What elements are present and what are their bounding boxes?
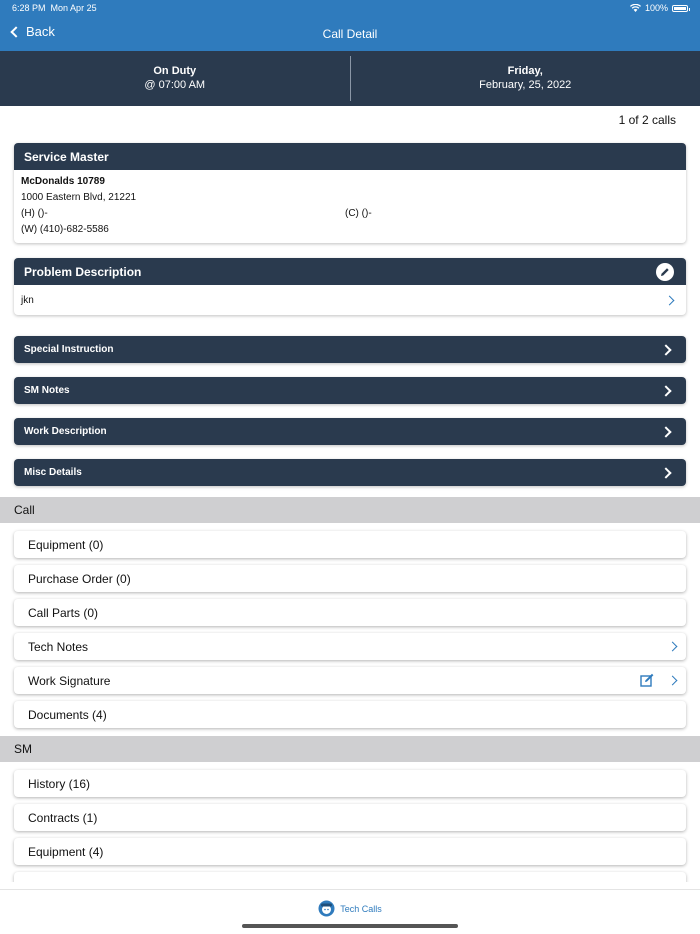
duty-date: Friday, February, 25, 2022 <box>351 51 700 106</box>
navigation-bar: 6:28 PM Mon Apr 25 100% Back Call Detail <box>0 0 700 51</box>
contracts-row[interactable]: Contracts (1) <box>14 804 686 831</box>
sm-notes-header: SM Notes <box>14 377 686 404</box>
chevron-right-icon <box>660 466 672 479</box>
signature-edit-icon[interactable] <box>640 673 655 688</box>
status-time: 6:28 PM Mon Apr 25 <box>12 3 97 13</box>
purchase-order-row[interactable]: Purchase Order (0) <box>14 565 686 592</box>
special-instruction-header: Special Instruction <box>14 336 686 363</box>
customer-name: McDonalds 10789 <box>21 176 105 187</box>
home-indicator <box>242 924 458 928</box>
row-label: Tech Notes <box>28 639 89 654</box>
problem-description-title: Problem Description <box>24 264 142 279</box>
row-label: History (16) <box>28 776 91 791</box>
chevron-right-icon <box>664 295 675 305</box>
work-phone[interactable]: (W) (410)-682-5586 <box>21 224 109 235</box>
problem-description-header: Problem Description <box>14 258 686 285</box>
edit-problem-button[interactable] <box>656 262 674 281</box>
status-clock: 6:28 PM <box>12 3 46 13</box>
tab-label: Tech Calls <box>340 903 382 914</box>
service-master-card: Service Master McDonalds 10789 1000 East… <box>14 143 686 243</box>
status-date: Mon Apr 25 <box>50 3 97 13</box>
chevron-right-icon <box>667 675 678 686</box>
call-parts-row[interactable]: Call Parts (0) <box>14 599 686 626</box>
row-label: Equipment (4) <box>28 844 104 859</box>
problem-description-text: jkn <box>21 294 34 306</box>
row-label: Documents (4) <box>28 707 107 722</box>
call-equipment-row[interactable]: Equipment (0) <box>14 531 686 558</box>
sm-notes-section[interactable]: SM Notes <box>14 377 686 404</box>
row-label: Work Signature <box>28 673 111 688</box>
chevron-right-icon <box>660 425 672 438</box>
sm-equipment-row[interactable]: Equipment (4) <box>14 838 686 865</box>
wifi-icon <box>629 4 641 12</box>
technician-icon <box>318 900 335 917</box>
problem-description-row[interactable]: jkn <box>14 285 686 315</box>
tech-notes-row[interactable]: Tech Notes <box>14 633 686 660</box>
work-description-label: Work Description <box>24 426 107 437</box>
history-row[interactable]: History (16) <box>14 770 686 797</box>
misc-details-label: Misc Details <box>24 467 82 478</box>
duty-date-value: February, 25, 2022 <box>479 79 572 91</box>
customer-address: 1000 Eastern Blvd, 21221 <box>21 192 137 203</box>
duty-time: @ 07:00 AM <box>144 79 206 91</box>
problem-description-card: Problem Description jkn <box>14 258 686 315</box>
row-label: Contracts (1) <box>28 810 98 825</box>
row-label: Call Parts (0) <box>28 605 99 620</box>
pencil-icon <box>661 267 669 276</box>
service-master-body: McDonalds 10789 1000 Eastern Blvd, 21221… <box>14 170 686 243</box>
row-label: Purchase Order (0) <box>28 571 131 586</box>
duty-header: On Duty @ 07:00 AM Friday, February, 25,… <box>0 51 700 106</box>
special-instruction-label: Special Instruction <box>24 344 114 355</box>
sm-section-header: SM <box>0 736 700 762</box>
calls-count: 1 of 2 calls <box>618 113 676 127</box>
page-title: Call Detail <box>322 27 378 41</box>
battery-percent: 100% <box>644 3 668 13</box>
chevron-right-icon <box>660 343 672 356</box>
sm-notes-label: SM Notes <box>24 385 70 396</box>
misc-details-section[interactable]: Misc Details <box>14 459 686 486</box>
work-signature-row[interactable]: Work Signature <box>14 667 686 694</box>
tab-tech-calls[interactable]: Tech Calls <box>0 900 700 917</box>
row-label: Equipment (0) <box>28 537 104 552</box>
work-description-header: Work Description <box>14 418 686 445</box>
battery-icon <box>672 4 690 12</box>
duty-status-label: On Duty <box>153 65 197 77</box>
service-master-title: Service Master <box>24 149 109 164</box>
documents-row[interactable]: Documents (4) <box>14 701 686 728</box>
call-section-header: Call <box>0 497 700 523</box>
duty-day: Friday, <box>507 65 543 77</box>
cell-phone[interactable]: (C) ()- <box>345 208 372 219</box>
scroll-clip <box>0 882 700 889</box>
status-indicators: 100% <box>629 3 690 13</box>
chevron-right-icon <box>660 384 672 397</box>
special-instruction-section[interactable]: Special Instruction <box>14 336 686 363</box>
service-master-header: Service Master <box>14 143 686 170</box>
chevron-right-icon <box>667 641 678 652</box>
work-description-section[interactable]: Work Description <box>14 418 686 445</box>
home-phone[interactable]: (H) ()- <box>21 208 48 219</box>
duty-status: On Duty @ 07:00 AM <box>0 51 350 106</box>
misc-details-header: Misc Details <box>14 459 686 486</box>
